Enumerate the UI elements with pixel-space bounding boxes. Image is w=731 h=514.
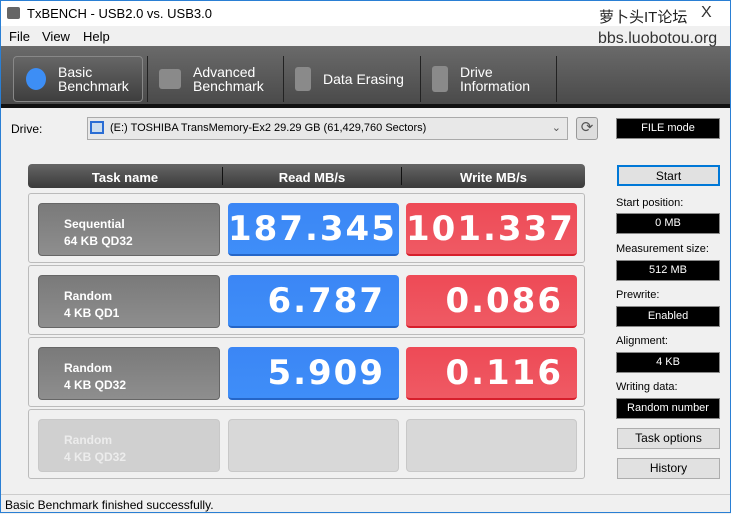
result-row-sequential: Sequential 64 KB QD32 187.345 101.337	[28, 193, 585, 263]
measurement-size-label: Measurement size:	[616, 243, 709, 255]
toolbar: Basic Benchmark Advanced Benchmark Data Er…	[1, 46, 730, 104]
prewrite-label: Prewrite:	[616, 289, 660, 301]
bar-chart-icon	[159, 69, 181, 89]
measurement-size-value: 512 MB	[616, 260, 720, 281]
result-row-disabled: Random 4 KB QD32	[28, 409, 585, 479]
tab-advanced-benchmark[interactable]: Advanced Benchmark	[149, 56, 279, 102]
task-name: Random	[64, 361, 112, 375]
task-detail: 64 KB QD32	[64, 234, 133, 248]
alignment-value: 4 KB	[616, 352, 720, 373]
close-button[interactable]: X	[701, 4, 712, 22]
write-value	[406, 419, 577, 472]
toolbar-divider	[1, 104, 730, 108]
tab-basic-benchmark[interactable]: Basic Benchmark	[13, 56, 143, 102]
tab-label: Drive	[460, 64, 493, 80]
writing-data-label: Writing data:	[616, 381, 678, 393]
task-detail: 4 KB QD32	[64, 378, 127, 392]
header-write: Write MB/s	[460, 170, 527, 185]
results-header: Task name Read MB/s Write MB/s	[28, 164, 585, 188]
chevron-down-icon: ⌄	[551, 122, 561, 134]
eraser-zigzag-icon	[295, 67, 311, 91]
app-icon	[7, 7, 20, 19]
tab-data-erasing[interactable]: Data Erasing	[285, 56, 415, 102]
tab-label: Data Erasing	[323, 71, 404, 87]
task-button: Random 4 KB QD32	[38, 419, 220, 472]
stopwatch-icon	[26, 68, 46, 90]
write-value: 101.337	[406, 203, 577, 256]
drive-select[interactable]: (E:) TOSHIBA TransMemory-Ex2 29.29 GB (6…	[87, 117, 568, 140]
header-task-name: Task name	[91, 170, 159, 185]
watermark-url: bbs.luobotou.org	[598, 30, 718, 47]
write-value: 0.086	[406, 275, 577, 328]
task-button[interactable]: Sequential 64 KB QD32	[38, 203, 220, 256]
task-detail: 4 KB QD1	[64, 306, 120, 320]
task-options-button[interactable]: Task options	[617, 428, 720, 449]
refresh-icon: ⟳	[580, 119, 594, 136]
tab-label: Benchmark	[58, 78, 129, 94]
start-position-label: Start position:	[616, 197, 684, 209]
menu-bar: File View Help	[1, 26, 601, 46]
task-name: Random	[64, 433, 112, 447]
start-position-value: 0 MB	[616, 213, 720, 234]
drive-label: Drive:	[11, 122, 43, 136]
alignment-label: Alignment:	[616, 335, 668, 347]
result-row-random-qd32: Random 4 KB QD32 5.909 0.116	[28, 337, 585, 407]
task-name: Sequential	[64, 217, 125, 231]
start-button[interactable]: Start	[617, 165, 720, 186]
task-button[interactable]: Random 4 KB QD32	[38, 347, 220, 400]
title-bar: TxBENCH - USB2.0 vs. USB3.0 萝卜头IT论坛 X	[1, 1, 730, 26]
read-value: 187.345	[228, 203, 399, 256]
menu-view[interactable]: View	[42, 29, 70, 44]
tab-label: Information	[460, 78, 531, 94]
prewrite-value: Enabled	[616, 306, 720, 327]
refresh-button[interactable]: ⟳	[576, 117, 598, 140]
header-read: Read MB/s	[278, 170, 346, 185]
tab-label: Advanced	[193, 64, 256, 80]
window-title: TxBENCH - USB2.0 vs. USB3.0	[27, 6, 212, 21]
task-detail: 4 KB QD32	[64, 450, 127, 464]
usb-drive-icon	[90, 121, 104, 134]
tab-label: Benchmark	[193, 78, 264, 94]
status-bar: Basic Benchmark finished successfully.	[1, 494, 730, 514]
watermark-text: 萝卜头IT论坛	[599, 9, 688, 26]
result-row-random-qd1: Random 4 KB QD1 6.787 0.086	[28, 265, 585, 335]
history-button[interactable]: History	[617, 458, 720, 479]
drive-select-value: (E:) TOSHIBA TransMemory-Ex2 29.29 GB (6…	[110, 122, 427, 134]
mode-indicator: FILE mode	[616, 118, 720, 139]
menu-help[interactable]: Help	[83, 29, 110, 44]
tab-label: Basic	[58, 64, 93, 80]
read-value: 6.787	[228, 275, 399, 328]
tab-drive-information[interactable]: Drive Information	[422, 56, 552, 102]
menu-file[interactable]: File	[9, 29, 30, 44]
write-value: 0.116	[406, 347, 577, 400]
writing-data-value: Random number	[616, 398, 720, 419]
task-name: Random	[64, 289, 112, 303]
read-value: 5.909	[228, 347, 399, 400]
drive-info-icon	[432, 66, 448, 92]
task-button[interactable]: Random 4 KB QD1	[38, 275, 220, 328]
read-value	[228, 419, 399, 472]
